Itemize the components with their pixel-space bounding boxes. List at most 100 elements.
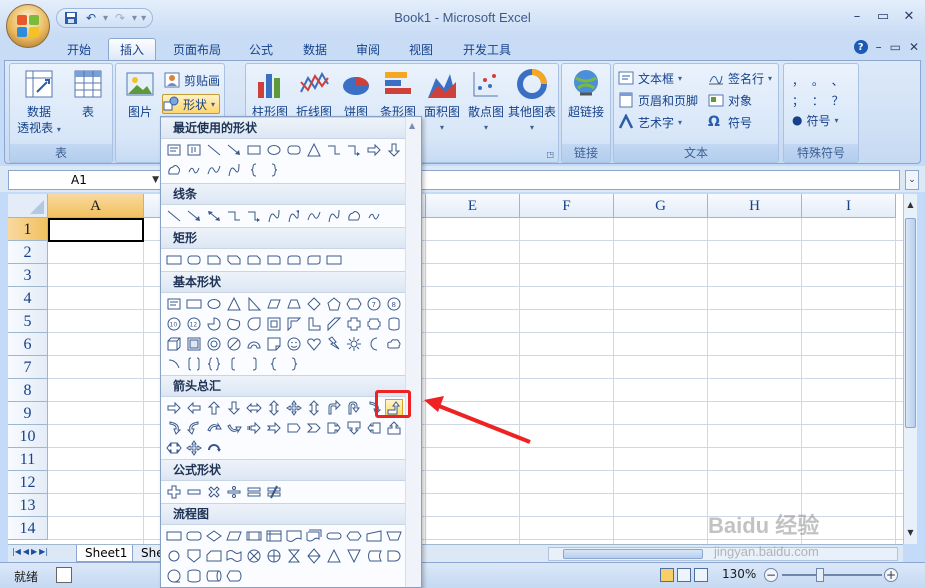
heart-shape-icon[interactable]	[305, 335, 323, 353]
cube-shape-icon[interactable]	[165, 335, 183, 353]
f-display-shape-icon[interactable]	[225, 567, 243, 585]
f-multi-shape-icon[interactable]	[305, 527, 323, 545]
shapes-gallery-scrollbar[interactable]: ▲	[405, 117, 421, 587]
f-card-shape-icon[interactable]	[205, 547, 223, 565]
row-header-13[interactable]: 13	[8, 494, 48, 517]
line-shape-icon[interactable]	[165, 207, 183, 225]
column-header-e[interactable]: E	[426, 194, 520, 218]
tab-review[interactable]: 审阅	[347, 38, 389, 60]
prev-sheet-icon[interactable]: ◀	[23, 547, 29, 556]
round2-shape-icon[interactable]	[285, 251, 303, 269]
scroll-down-icon[interactable]: ▼	[904, 526, 917, 540]
row-header-10[interactable]: 10	[8, 425, 48, 448]
column-header-f[interactable]: F	[520, 194, 614, 218]
f-junction-shape-icon[interactable]	[245, 547, 263, 565]
column-chart-button[interactable]: 柱形图	[250, 68, 290, 120]
freeform-shape-icon[interactable]	[345, 207, 363, 225]
f-or-shape-icon[interactable]	[265, 547, 283, 565]
rtri-shape-icon[interactable]	[245, 295, 263, 313]
arrowline-shape-icon[interactable]	[185, 207, 203, 225]
curved-r-shape-icon[interactable]	[165, 419, 183, 437]
arrowline-shape-icon[interactable]	[225, 141, 243, 159]
plaque-shape-icon[interactable]	[365, 315, 383, 333]
rounddiag-shape-icon[interactable]	[305, 251, 323, 269]
dblarrow-shape-icon[interactable]	[205, 207, 223, 225]
page-layout-view-icon[interactable]	[677, 568, 691, 582]
name-box-dropdown-icon[interactable]: ▼	[152, 171, 159, 189]
call-r-shape-icon[interactable]	[325, 419, 343, 437]
minimize-icon[interactable]: –	[845, 6, 869, 26]
f-process-shape-icon[interactable]	[185, 295, 203, 313]
scroll-up-icon[interactable]: ▲	[904, 198, 917, 212]
pie-shape-icon[interactable]	[205, 315, 223, 333]
notequal-shape-icon[interactable]	[265, 483, 283, 501]
donut-shape-icon[interactable]	[205, 335, 223, 353]
scribble-shape-icon[interactable]	[365, 207, 383, 225]
zoom-slider-knob[interactable]	[816, 568, 824, 582]
call-d-shape-icon[interactable]	[345, 419, 363, 437]
scribble-shape-icon[interactable]	[185, 161, 203, 179]
times-shape-icon[interactable]	[205, 483, 223, 501]
divide-shape-icon[interactable]	[225, 483, 243, 501]
column-header-i[interactable]: I	[802, 194, 896, 218]
arcpath-shape-icon[interactable]	[165, 355, 183, 373]
sheet-tab-1[interactable]: Sheet1	[76, 545, 137, 562]
lightning-shape-icon[interactable]	[325, 335, 343, 353]
dodec-shape-icon[interactable]: 12	[185, 315, 203, 333]
blockarc-shape-icon[interactable]	[245, 335, 263, 353]
row-header-1[interactable]: 1	[8, 218, 48, 241]
normal-view-icon[interactable]	[660, 568, 674, 582]
tab-insert[interactable]: 插入	[108, 38, 156, 60]
f-man-op-shape-icon[interactable]	[385, 527, 403, 545]
office-button[interactable]	[6, 4, 50, 48]
arrow-d-shape-icon[interactable]	[225, 399, 243, 417]
snip1-shape-icon[interactable]	[205, 251, 223, 269]
f-term-shape-icon[interactable]	[325, 527, 343, 545]
bracer-shape-icon[interactable]	[285, 355, 303, 373]
select-all-button[interactable]	[8, 194, 48, 218]
wordart-button[interactable]: 艺术字 ▾	[618, 112, 682, 132]
hyperlink-button[interactable]: 超链接	[564, 68, 608, 120]
object-button[interactable]: 对象	[708, 90, 752, 110]
striped-shape-icon[interactable]	[245, 419, 263, 437]
lbracket-shape-icon[interactable]	[225, 355, 243, 373]
horizontal-scroll-thumb[interactable]	[563, 549, 703, 559]
ribbon-close-icon[interactable]: ✕	[909, 40, 919, 54]
arc-shape-icon[interactable]	[305, 207, 323, 225]
arrow-l-r-shape-icon[interactable]	[245, 399, 263, 417]
bracer-shape-icon[interactable]	[265, 161, 283, 179]
tab-page-layout[interactable]: 页面布局	[162, 38, 232, 60]
frame-shape-icon[interactable]	[265, 315, 283, 333]
sun-shape-icon[interactable]	[345, 335, 363, 353]
tab-formulas[interactable]: 公式	[240, 38, 282, 60]
curved-u-shape-icon[interactable]	[225, 419, 243, 437]
name-box[interactable]: A1 ▼	[8, 170, 162, 190]
tri-shape-icon[interactable]	[225, 295, 243, 313]
f-prep-shape-icon[interactable]	[345, 527, 363, 545]
f-data-shape-icon[interactable]	[225, 527, 243, 545]
shapes-scroll-up-icon[interactable]: ▲	[409, 121, 415, 130]
brace-shape-icon[interactable]	[265, 355, 283, 373]
arrow-u-shape-icon[interactable]	[205, 399, 223, 417]
bevel-shape-icon[interactable]	[185, 335, 203, 353]
lshape-shape-icon[interactable]	[305, 315, 323, 333]
tri-shape-icon[interactable]	[305, 141, 323, 159]
curve-shape-icon[interactable]	[325, 207, 343, 225]
bent-arrow-shape-icon[interactable]	[325, 399, 343, 417]
signature-line-button[interactable]: 签名行 ▾	[708, 68, 772, 88]
pivot-table-button[interactable]: 数据 透视表 ▾	[16, 68, 62, 138]
elbow-shape-icon[interactable]	[225, 207, 243, 225]
teardrop-shape-icon[interactable]	[245, 315, 263, 333]
row-header-6[interactable]: 6	[8, 333, 48, 356]
pie-chart-button[interactable]: 饼图	[338, 68, 374, 120]
arrow-u-d-shape-icon[interactable]	[305, 399, 323, 417]
header-footer-button[interactable]: 页眉和页脚	[618, 90, 698, 110]
row-header-4[interactable]: 4	[8, 287, 48, 310]
f-merge-shape-icon[interactable]	[345, 547, 363, 565]
scatter-chart-button[interactable]: 散点图 ▾	[466, 68, 506, 136]
row-header-11[interactable]: 11	[8, 448, 48, 471]
next-sheet-icon[interactable]: ▶	[31, 547, 37, 556]
row-header-14[interactable]: 14	[8, 517, 48, 540]
minus-shape-icon[interactable]	[185, 483, 203, 501]
f-decision-shape-icon[interactable]	[205, 527, 223, 545]
